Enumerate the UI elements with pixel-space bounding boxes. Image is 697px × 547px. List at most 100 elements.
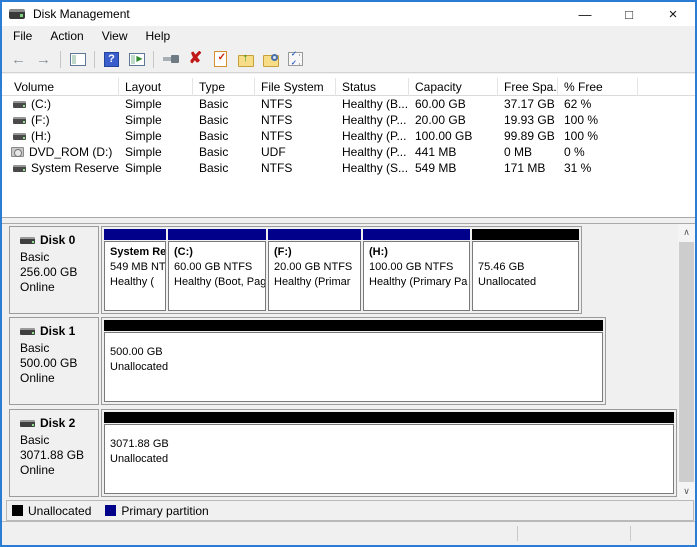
partition-cell-system-reserved[interactable]: System Reserved 549 MB NTFS Healthy (: [104, 229, 166, 311]
close-button[interactable]: ×: [651, 2, 695, 26]
scroll-up-icon[interactable]: ∧: [678, 224, 695, 241]
scrollbar-thumb[interactable]: [679, 242, 694, 482]
task-check-icon: ✓: [214, 51, 227, 67]
volume-row-dvd[interactable]: DVD_ROM (D:) Simple Basic UDF Healthy (P…: [2, 144, 695, 160]
show-console-tree-button[interactable]: [66, 48, 89, 71]
menu-item-help[interactable]: Help: [137, 27, 180, 45]
partition-cell-h[interactable]: (H:) 100.00 GB NTFS Healthy (Primary Pa: [363, 229, 470, 311]
partition-cell-c[interactable]: (C:) 60.00 GB NTFS Healthy (Boot, Pag: [168, 229, 266, 311]
volume-layout: Simple: [119, 145, 193, 159]
properties-button[interactable]: ✓ ✓: [284, 48, 307, 71]
action-pane-icon: ▶: [129, 53, 145, 66]
volume-layout: Simple: [119, 129, 193, 143]
forward-icon: →: [36, 52, 51, 67]
volume-capacity: 20.00 GB: [409, 113, 498, 127]
unallocated-cell[interactable]: 75.46 GB Unallocated: [472, 229, 579, 311]
task-check-button[interactable]: ✓: [209, 48, 232, 71]
legend-swatch-unallocated: [12, 505, 23, 516]
volume-pct-free: 100 %: [558, 113, 638, 127]
disk-header-panel-0[interactable]: Disk 0 Basic 256.00 GB Online: [9, 226, 99, 314]
unallocated-cell[interactable]: 3071.88 GB Unallocated: [104, 412, 674, 494]
disk-header-panel-1[interactable]: Disk 1 Basic 500.00 GB Online: [9, 317, 99, 405]
volume-pct-free: 62 %: [558, 97, 638, 111]
scroll-down-icon[interactable]: ∨: [678, 483, 695, 500]
col-header-capacity[interactable]: Capacity: [409, 78, 498, 96]
col-header-free-space[interactable]: Free Spa...: [498, 78, 558, 96]
volume-list-pane: Volume Layout Type File System Status Ca…: [2, 74, 695, 217]
disk-status: Online: [20, 371, 98, 386]
back-button[interactable]: ←: [7, 48, 30, 71]
partition-color-bar: [268, 229, 361, 240]
legend-item-unallocated: Unallocated: [12, 504, 91, 518]
disk-icon: [20, 420, 35, 427]
disk-size: 500.00 GB: [20, 356, 98, 371]
volume-type: Basic: [193, 97, 255, 111]
folder-up-button[interactable]: ↑: [234, 48, 257, 71]
volume-name: DVD_ROM (D:): [29, 145, 112, 159]
volume-free-space: 0 MB: [498, 145, 558, 159]
help-button[interactable]: ?: [100, 48, 123, 71]
partition-size: 100.00 GB NTFS: [369, 260, 469, 275]
delete-volume-button[interactable]: ✘: [184, 48, 207, 71]
explore-button[interactable]: [259, 48, 282, 71]
disk-header-panel-2[interactable]: Disk 2 Basic 3071.88 GB Online: [9, 409, 99, 497]
col-header-status[interactable]: Status: [336, 78, 409, 96]
disk-management-app-icon: [9, 9, 25, 19]
volume-row-h[interactable]: (H:) Simple Basic NTFS Healthy (P... 100…: [2, 128, 695, 144]
delete-icon: ✘: [189, 51, 202, 67]
magnifier-icon: [271, 54, 278, 61]
volume-status: Healthy (S...: [336, 161, 409, 175]
col-header-volume[interactable]: Volume: [2, 78, 119, 96]
disk-kind: Basic: [20, 433, 98, 448]
rescan-disks-button[interactable]: [159, 48, 182, 71]
volume-file-system: NTFS: [255, 129, 336, 143]
maximize-button[interactable]: □: [607, 2, 651, 26]
volume-row-c[interactable]: (C:) Simple Basic NTFS Healthy (B... 60.…: [2, 96, 695, 112]
minimize-button[interactable]: —: [563, 2, 607, 26]
unallocated-cell[interactable]: 500.00 GB Unallocated: [104, 320, 603, 402]
volume-free-space: 99.89 GB: [498, 129, 558, 143]
vertical-scrollbar[interactable]: ∧ ∨: [678, 224, 695, 500]
partition-status: Healthy (Boot, Pag: [174, 275, 265, 290]
partition-size: 75.46 GB: [478, 260, 578, 275]
disk-management-window: Disk Management — □ × File Action View H…: [0, 0, 697, 547]
menu-item-view[interactable]: View: [93, 27, 137, 45]
volume-free-space: 171 MB: [498, 161, 558, 175]
volume-row-f[interactable]: (F:) Simple Basic NTFS Healthy (P... 20.…: [2, 112, 695, 128]
col-header-type[interactable]: Type: [193, 78, 255, 96]
disk-kind: Basic: [20, 250, 98, 265]
show-action-pane-button[interactable]: ▶: [125, 48, 148, 71]
partition-size: 500.00 GB: [110, 345, 602, 360]
partition-size: 549 MB NTFS: [110, 260, 165, 275]
volume-pct-free: 0 %: [558, 145, 638, 159]
col-header-layout[interactable]: Layout: [119, 78, 193, 96]
partition-status: Unallocated: [110, 360, 602, 375]
volume-capacity: 100.00 GB: [409, 129, 498, 143]
partition-cell-f[interactable]: (F:) 20.00 GB NTFS Healthy (Primar: [268, 229, 361, 311]
back-icon: ←: [11, 52, 26, 67]
toolbar: ← → ? ▶ ✘ ✓ ↑ ✓ ✓: [2, 46, 695, 73]
menu-item-file[interactable]: File: [4, 27, 41, 45]
legend-item-primary-partition: Primary partition: [105, 504, 208, 518]
volume-file-system: NTFS: [255, 97, 336, 111]
disk-row-2: Disk 2 Basic 3071.88 GB Online 3071.88 G…: [9, 409, 677, 497]
disk-name: Disk 2: [40, 416, 75, 430]
col-header-pct-free[interactable]: % Free: [558, 78, 638, 96]
partition-label: [478, 245, 578, 260]
folder-up-icon: ↑: [238, 55, 254, 67]
volume-status: Healthy (B...: [336, 97, 409, 111]
volume-row-system-reserved[interactable]: System Reserved Simple Basic NTFS Health…: [2, 160, 695, 176]
forward-button[interactable]: →: [32, 48, 55, 71]
volume-type: Basic: [193, 145, 255, 159]
play-glyph-icon: ▶: [136, 55, 142, 63]
disk-band-2: 3071.88 GB Unallocated: [101, 409, 677, 497]
col-header-file-system[interactable]: File System: [255, 78, 336, 96]
pane-splitter[interactable]: [2, 217, 695, 224]
volume-capacity: 60.00 GB: [409, 97, 498, 111]
partition-label: (C:): [174, 245, 265, 260]
toolbar-separator: [60, 51, 61, 68]
menu-item-action[interactable]: Action: [41, 27, 92, 45]
disk-row-0: Disk 0 Basic 256.00 GB Online System Res…: [9, 226, 582, 314]
partition-label: (H:): [369, 245, 469, 260]
legend-swatch-primary: [105, 505, 116, 516]
